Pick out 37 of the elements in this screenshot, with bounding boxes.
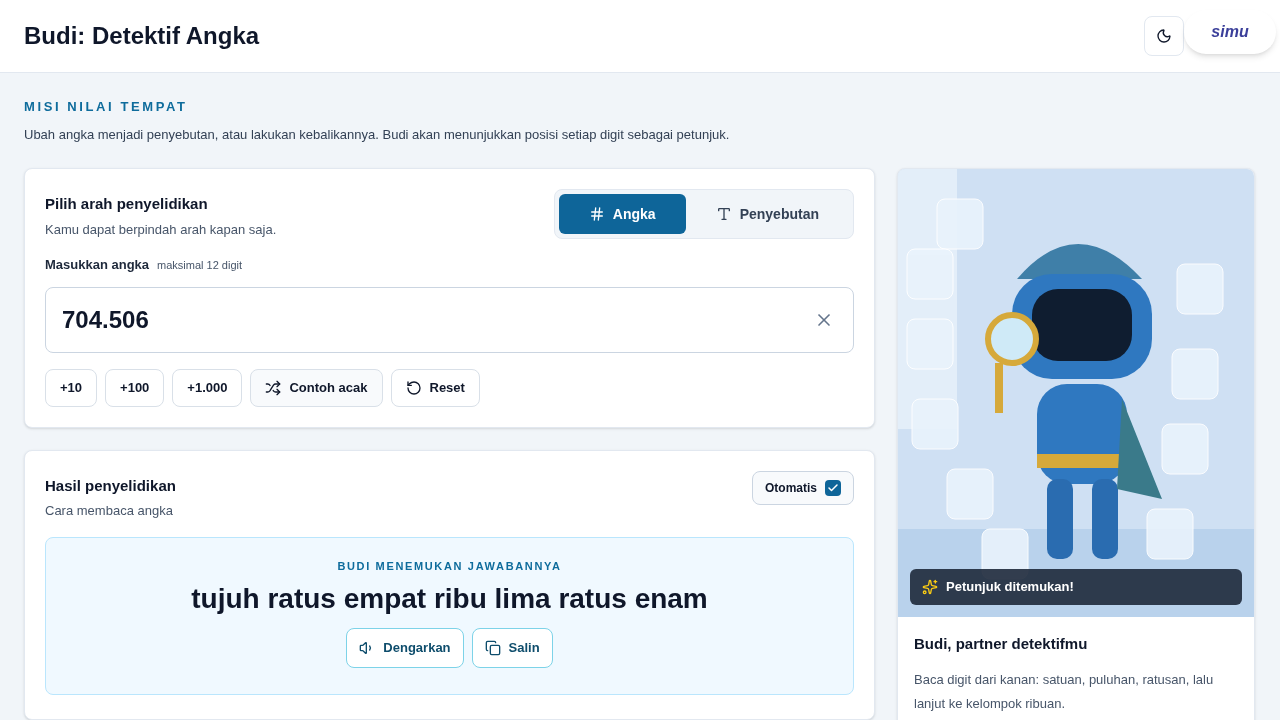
theme-toggle-button[interactable] (1144, 16, 1184, 56)
mode-tab[interactable]: Angka (558, 194, 686, 234)
hint-text: Petunjuk ditemukan! (946, 578, 1074, 597)
input-label: Masukkan angka (45, 256, 150, 274)
card-title: Pilih arah penyelidikan (45, 194, 209, 214)
card-subtitle: Kamu dapat berpindah arah kapan saja. (45, 220, 277, 239)
copy-icon (484, 640, 501, 656)
auto-checkbox[interactable] (825, 479, 841, 496)
check-icon (827, 481, 839, 494)
app-title: Budi: Detektif Angka (24, 21, 260, 51)
card-title: Hasil penyelidikan (45, 475, 176, 496)
action-button[interactable]: +100 (105, 368, 165, 407)
answer-action-button[interactable]: Dengarkan (346, 628, 464, 668)
sparkle-icon (922, 579, 938, 595)
mode-tab[interactable]: Penyebutan (685, 194, 849, 234)
action-button[interactable]: +10 (45, 368, 98, 407)
reset-icon (405, 379, 422, 396)
action-button[interactable]: Contoh acak (250, 368, 383, 407)
hash-icon (588, 206, 605, 222)
input-hint: maksimal 12 digit (157, 258, 243, 273)
number-input[interactable]: 704.506 (45, 286, 854, 353)
answer-eyebrow: BUDI MENEMUKAN JAWABANNYA (337, 558, 562, 574)
moon-icon (1156, 28, 1172, 44)
section-eyebrow: MISI NILAI TEMPAT (24, 98, 189, 116)
intro-text: Ubah angka menjadi penyebutan, atau lakukan kebalikannya. Budi akan menunjukkan posisi setiap digit sebagai petunjuk. (24, 125, 731, 144)
logo-badge[interactable]: simu (1184, 10, 1276, 54)
action-button[interactable]: Reset (390, 368, 480, 407)
partner-text: Baca digit dari kanan: satuan, puluhan, ratusan, lalu lanjut ke kelompok ribuan. (914, 670, 1215, 713)
logo-text: simu (1211, 22, 1249, 42)
shuffle-icon (265, 379, 282, 396)
auto-toggle[interactable]: Otomatis (752, 470, 854, 505)
action-button[interactable]: +1.000 (172, 368, 243, 407)
partner-title: Budi, partner detektifmu (914, 634, 1089, 654)
answer-action-button[interactable]: Salin (471, 628, 553, 668)
answer-text: tujuh ratus empat ribu lima ratus enam (191, 582, 708, 616)
card-subtitle: Cara membaca angka (45, 502, 174, 520)
text-icon (715, 206, 732, 222)
